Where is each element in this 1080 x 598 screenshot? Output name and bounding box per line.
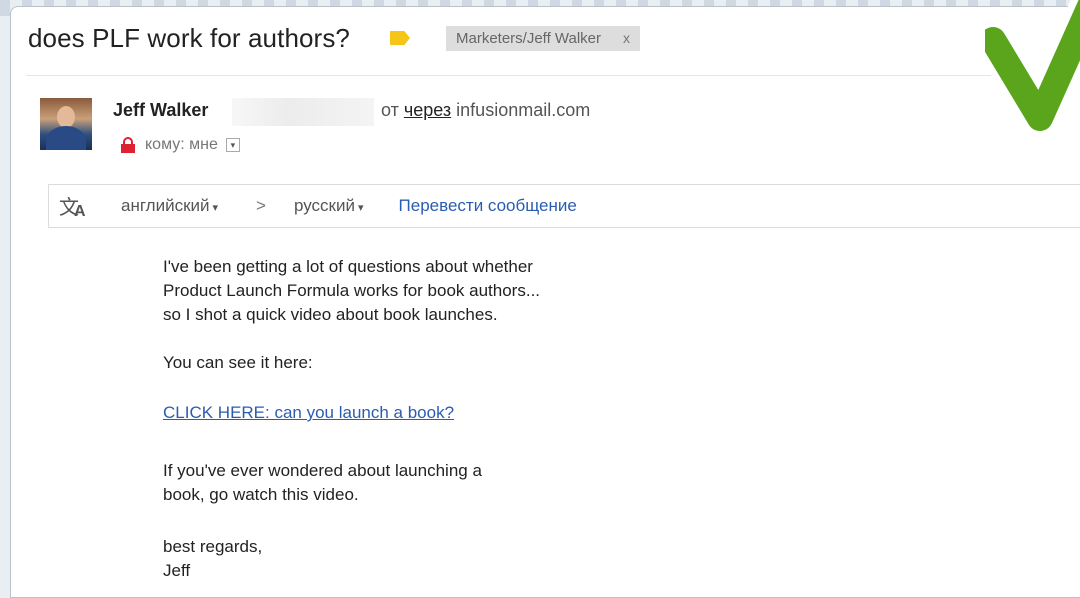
body-line: so I shot a quick video about book launc… — [163, 305, 498, 324]
message-body: I've been getting a lot of questions abo… — [163, 255, 763, 583]
label-chip[interactable]: Marketers/Jeff Walker x — [445, 25, 641, 51]
translate-bar: 文A английский ▾ > русский ▾ Перевести сооб… — [48, 184, 1080, 228]
sender-name[interactable]: Jeff Walker — [113, 100, 208, 121]
sender-avatar[interactable] — [40, 98, 92, 150]
body-line: You can see it here: — [163, 353, 313, 372]
redacted-email-address — [232, 98, 374, 126]
body-line: book, go watch this video. — [163, 485, 359, 504]
translate-message-link[interactable]: Перевести сообщение — [399, 196, 577, 216]
translate-icon: 文A — [59, 197, 86, 220]
via-line: от через infusionmail.com — [381, 100, 590, 121]
target-language-label: русский — [293, 196, 355, 215]
body-line: If you've ever wondered about launching … — [163, 461, 482, 480]
source-language-caret: ▾ — [212, 202, 219, 214]
label-tag-icon[interactable] — [389, 31, 410, 45]
signoff: best regards, — [163, 537, 263, 556]
label-chip-text: Marketers/Jeff Walker — [455, 29, 602, 47]
email-subject: does PLF work for authors? — [28, 22, 350, 53]
recipient-text: кому: мне — [145, 136, 218, 153]
signature: Jeff — [163, 561, 191, 580]
arrow-right-icon: > — [256, 196, 266, 215]
via-prefix: от — [381, 100, 399, 120]
green-checkmark-icon — [985, 0, 1080, 138]
header-divider — [26, 75, 1075, 76]
target-language-caret: ▾ — [358, 202, 364, 214]
source-language-label: английский — [121, 196, 210, 215]
video-link[interactable]: CLICK HERE: can you launch a book? — [163, 403, 454, 422]
via-link[interactable]: через — [404, 100, 451, 120]
label-remove-button[interactable]: x — [623, 30, 630, 46]
lock-icon — [121, 137, 135, 153]
recipient-row: кому: мне ▾ — [121, 136, 240, 154]
body-line: Product Launch Formula works for book au… — [163, 281, 541, 300]
target-language-select[interactable]: русский ▾ — [294, 196, 364, 216]
source-language-select[interactable]: английский ▾ — [121, 196, 218, 216]
via-domain: infusionmail.com — [456, 100, 591, 120]
subject-row: does PLF work for authors? Marketers/Jef… — [28, 18, 641, 58]
recipient-details-dropdown[interactable]: ▾ — [225, 138, 240, 152]
body-line: I've been getting a lot of questions abo… — [163, 257, 533, 276]
